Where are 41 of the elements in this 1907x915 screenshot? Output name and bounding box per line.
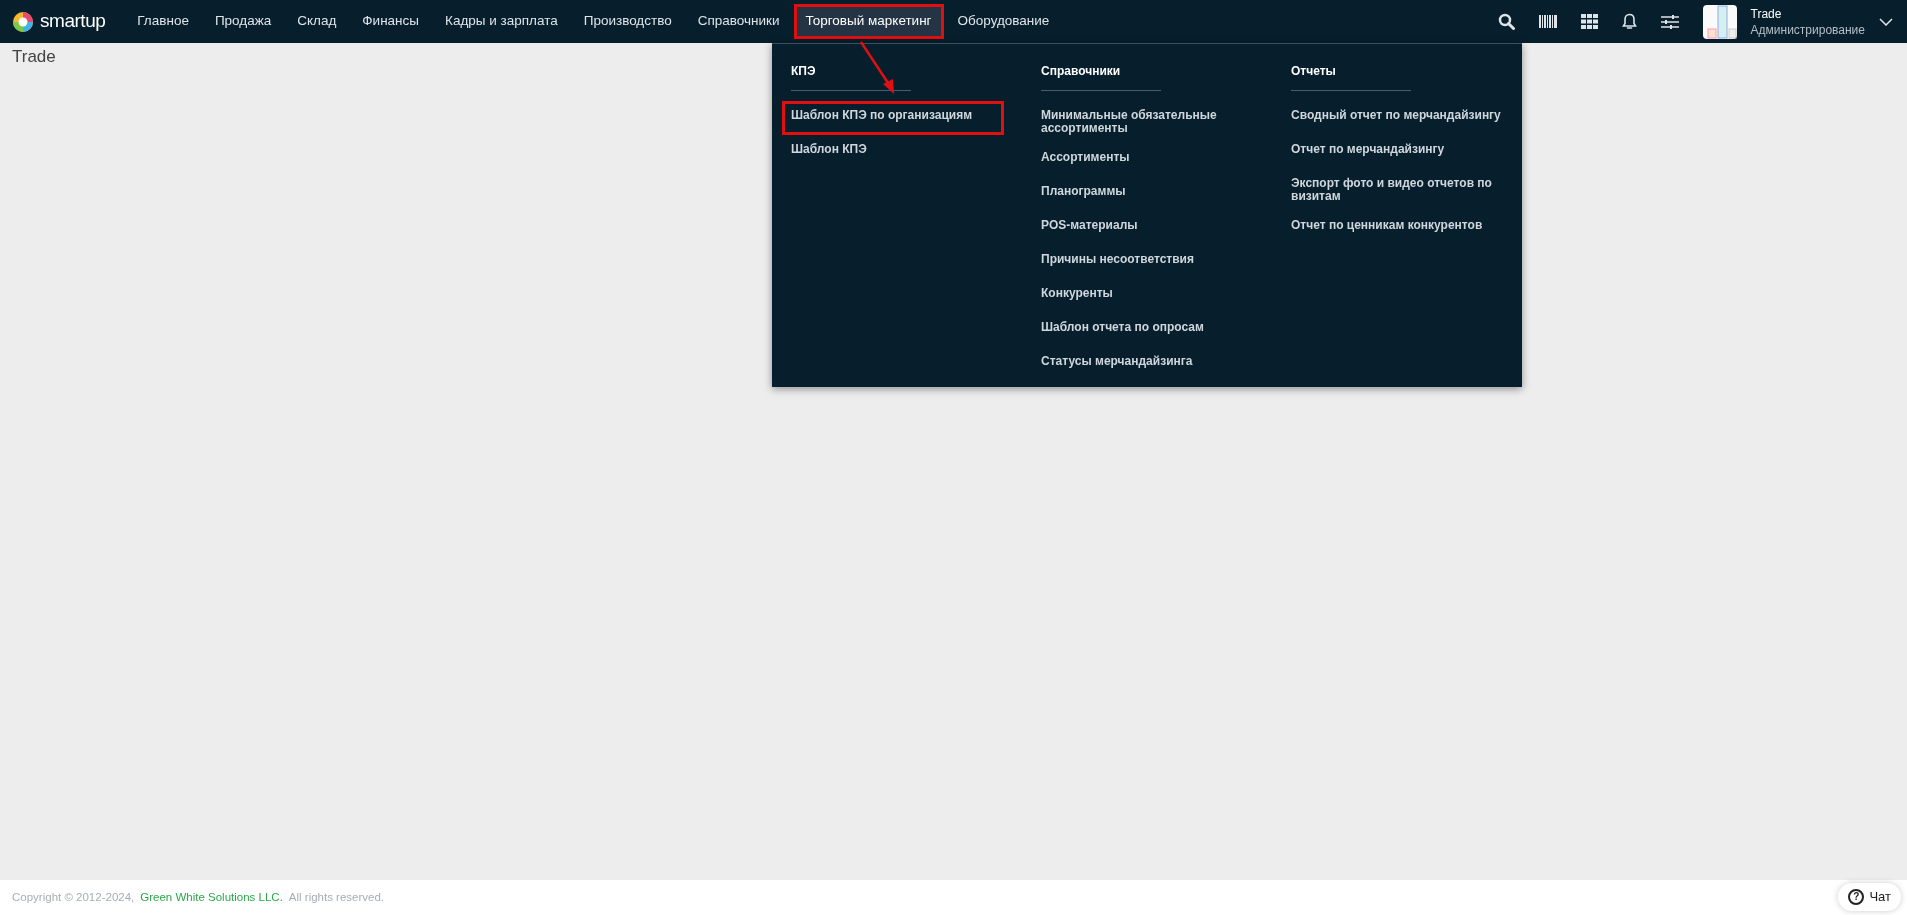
nav-tab[interactable]: Производство [571,4,684,39]
help-icon: ? [1848,889,1865,905]
search-icon[interactable] [1497,13,1515,30]
rights-text: All rights reserved. [288,889,385,905]
sliders-icon[interactable] [1660,14,1679,29]
menu-heading: Справочники [1041,62,1161,91]
barcode-icon[interactable] [1538,15,1557,28]
menu-item[interactable]: Минимальные обязательные ассортименты [1032,101,1254,143]
grid-icon[interactable] [1580,14,1598,29]
nav-tab[interactable]: Продажа [202,4,284,39]
nav-tab[interactable]: Склад [285,4,349,39]
bell-icon[interactable] [1621,13,1637,30]
menu-item[interactable]: Отчет по мерчандайзингу [1282,135,1504,169]
chat-button[interactable]: ? Чат [1838,883,1901,911]
menu-item[interactable]: Шаблон КПЭ [782,135,1004,169]
logo-text: smartup [40,9,106,34]
menu-item[interactable]: Конкуренты [1032,279,1254,313]
menu-item[interactable]: Планограммы [1032,177,1254,211]
menu-item[interactable]: Статусы мерчандайзинга [1032,347,1254,381]
menu-item[interactable]: Экспорт фото и видео отчетов по визитам [1282,169,1504,211]
user-role: Администрирование [1750,21,1865,38]
menu-item[interactable]: Сводный отчет по мерчандайзингу [1282,101,1504,135]
menu-item[interactable]: Отчет по ценникам конкурентов [1282,211,1504,245]
nav-tab[interactable]: Главное [125,4,201,39]
nav-tab[interactable]: Справочники [685,4,792,39]
chevron-down-icon[interactable] [1879,17,1893,26]
page-title: Trade [12,46,56,68]
avatar-thumbnail[interactable] [1702,4,1737,39]
nav-tab[interactable]: Оборудование [945,4,1062,39]
nav-tab[interactable]: Финансы [350,4,432,39]
menu-item[interactable]: Шаблон отчета по опросам [1032,313,1254,347]
nav-tab[interactable]: Торговый маркетинг [793,4,944,39]
menu-item[interactable]: Шаблон КПЭ по организациям [782,101,1004,135]
menu-item[interactable]: Ассортименты [1032,143,1254,177]
user-name: Trade [1750,5,1783,22]
menu-heading: Отчеты [1291,62,1411,91]
copyright-text: Copyright © 2012-2024, [12,889,135,905]
menu-item[interactable]: POS-материалы [1032,211,1254,245]
logo-icon [12,10,34,33]
nav-tab[interactable]: Кадры и зарплата [433,4,570,39]
menu-item[interactable]: Причины несоответствия [1032,245,1254,279]
